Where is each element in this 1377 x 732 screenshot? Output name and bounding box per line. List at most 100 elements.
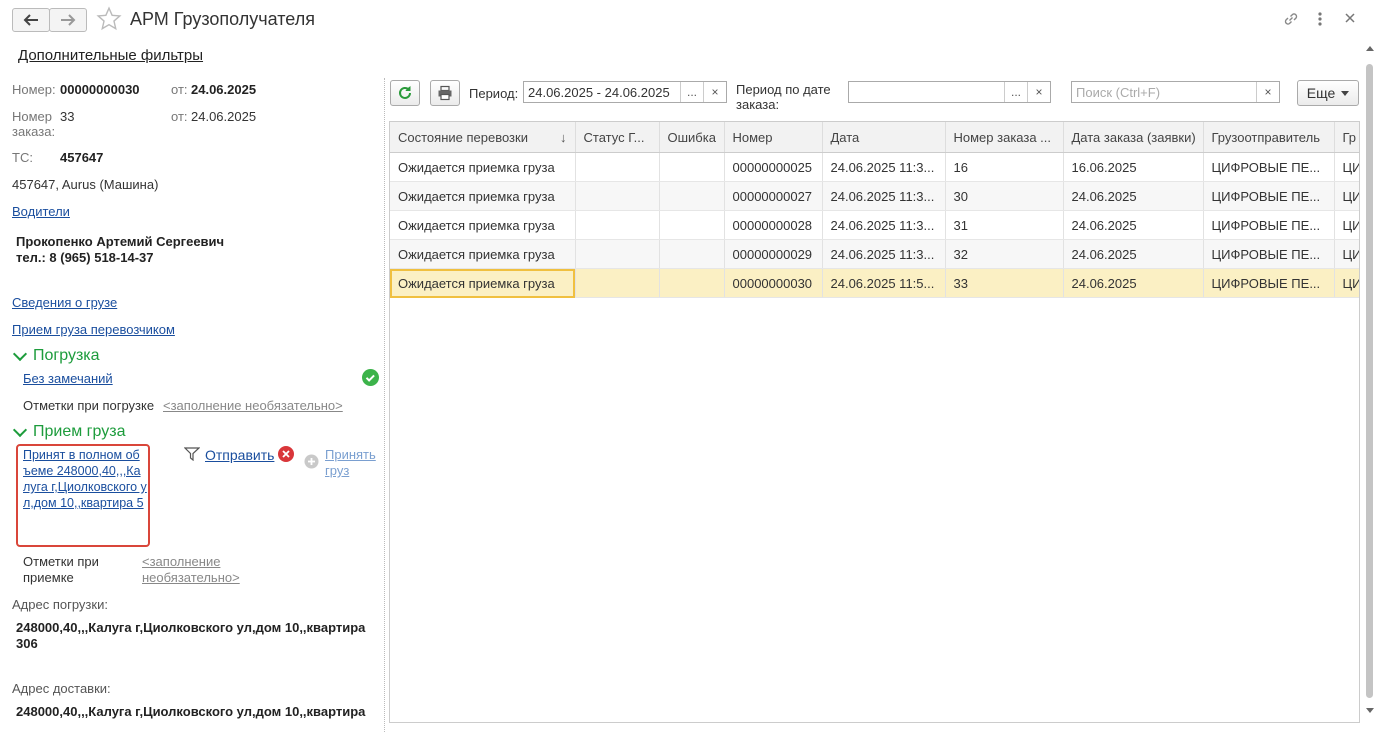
table-cell[interactable]: ЦИФРОВЫЕ ПЕ... <box>1203 181 1335 211</box>
table-cell[interactable]: 00000000027 <box>724 181 823 211</box>
column-header[interactable]: Ошибка <box>659 122 725 153</box>
order-period-select-button[interactable]: ... <box>1004 82 1027 102</box>
column-header[interactable]: Статус Г... <box>575 122 660 153</box>
table-cell[interactable]: ЦИ <box>1334 268 1359 298</box>
send-icon[interactable] <box>183 447 201 464</box>
table-cell[interactable]: Ожидается приемка груза <box>390 181 576 211</box>
table-cell[interactable]: Ожидается приемка груза <box>390 210 576 240</box>
table-cell[interactable] <box>575 239 660 269</box>
table-cell[interactable]: 24.06.2025 <box>1063 181 1204 211</box>
close-icon[interactable] <box>1344 12 1356 27</box>
order-number-value: 33 <box>60 109 75 124</box>
table-cell[interactable] <box>659 239 725 269</box>
search-placeholder[interactable]: Поиск (Ctrl+F) <box>1072 85 1256 100</box>
table-cell[interactable]: 30 <box>945 181 1064 211</box>
ts-label: ТС: <box>12 150 33 165</box>
additional-filters-link[interactable]: Дополнительные фильтры <box>18 47 203 64</box>
table-cell[interactable]: ЦИ <box>1334 210 1359 240</box>
table-cell[interactable] <box>659 210 725 240</box>
scroll-up-arrow-icon[interactable] <box>1366 46 1374 51</box>
page-scrollbar[interactable] <box>1364 44 1376 720</box>
table-cell[interactable]: ЦИ <box>1334 181 1359 211</box>
search-field[interactable]: Поиск (Ctrl+F) × <box>1071 81 1280 103</box>
table-cell[interactable]: 24.06.2025 11:3... <box>822 239 946 269</box>
table-cell[interactable] <box>575 268 660 298</box>
favorite-star-icon[interactable] <box>96 6 122 35</box>
period-field[interactable]: 24.06.2025 - 24.06.2025 ... × <box>523 81 727 103</box>
table-row[interactable]: Ожидается приемка груза 00000000027 24.0… <box>390 181 1359 211</box>
error-circle-icon[interactable] <box>278 446 294 465</box>
accept-cargo-link[interactable]: Принять груз <box>325 447 377 479</box>
table-row[interactable]: Ожидается приемка груза 00000000028 24.0… <box>390 210 1359 240</box>
link-icon[interactable] <box>1282 10 1300 31</box>
table-cell[interactable]: 16 <box>945 152 1064 182</box>
table-row[interactable]: Ожидается приемка груза 00000000025 24.0… <box>390 152 1359 182</box>
scroll-down-arrow-icon[interactable] <box>1366 708 1374 713</box>
table-cell[interactable]: ЦИФРОВЫЕ ПЕ... <box>1203 268 1335 298</box>
table-cell[interactable]: ЦИФРОВЫЕ ПЕ... <box>1203 210 1335 240</box>
table-cell[interactable]: 24.06.2025 <box>1063 268 1204 298</box>
table-cell[interactable]: 24.06.2025 11:5... <box>822 268 946 298</box>
column-header[interactable]: Номер заказа ... <box>945 122 1064 153</box>
receipt-section-toggle[interactable]: Прием груза <box>12 422 125 441</box>
table-cell[interactable]: 32 <box>945 239 1064 269</box>
table-cell[interactable]: 24.06.2025 11:3... <box>822 210 946 240</box>
table-cell[interactable]: ЦИФРОВЫЕ ПЕ... <box>1203 239 1335 269</box>
table-cell[interactable]: 24.06.2025 11:3... <box>822 152 946 182</box>
table-cell[interactable]: ЦИФРОВЫЕ ПЕ... <box>1203 152 1335 182</box>
loading-marks-field[interactable]: <заполнение необязательно> <box>163 398 343 413</box>
column-header[interactable]: Дата <box>822 122 946 153</box>
table-cell[interactable]: 24.06.2025 <box>1063 239 1204 269</box>
table-cell[interactable]: 00000000025 <box>724 152 823 182</box>
table-cell[interactable]: 31 <box>945 210 1064 240</box>
table-cell[interactable] <box>659 152 725 182</box>
column-header[interactable]: Дата заказа (заявки) <box>1063 122 1204 153</box>
table-cell[interactable]: 00000000029 <box>724 239 823 269</box>
table-cell[interactable] <box>575 210 660 240</box>
column-header[interactable]: Грузоотправитель <box>1203 122 1335 153</box>
table-cell[interactable]: Ожидается приемка груза <box>390 152 576 182</box>
table-row[interactable]: Ожидается приемка груза 00000000029 24.0… <box>390 239 1359 269</box>
period-clear-button[interactable]: × <box>703 82 726 102</box>
send-link[interactable]: Отправить <box>205 447 274 463</box>
refresh-button[interactable] <box>390 80 420 106</box>
loading-status-link[interactable]: Без замечаний <box>23 371 113 386</box>
table-cell[interactable]: 00000000028 <box>724 210 823 240</box>
panel-splitter[interactable] <box>384 78 385 732</box>
table-cell[interactable]: 16.06.2025 <box>1063 152 1204 182</box>
table-cell[interactable]: ЦИ <box>1334 239 1359 269</box>
column-header[interactable]: Гр <box>1334 122 1359 153</box>
order-period-field[interactable]: ... × <box>848 81 1051 103</box>
order-period-clear-button[interactable]: × <box>1027 82 1050 102</box>
forward-button[interactable] <box>49 8 87 32</box>
table-cell[interactable]: 33 <box>945 268 1064 298</box>
table-cell[interactable]: 24.06.2025 <box>1063 210 1204 240</box>
table-cell[interactable]: 24.06.2025 11:3... <box>822 181 946 211</box>
print-button[interactable] <box>430 80 460 106</box>
column-header[interactable]: Номер <box>724 122 823 153</box>
period-select-button[interactable]: ... <box>680 82 703 102</box>
scrollbar-thumb[interactable] <box>1366 64 1373 698</box>
table-header-row: Состояние перевозки ↓ Статус Г... Ошибка … <box>390 122 1359 153</box>
back-button[interactable] <box>12 8 50 32</box>
more-menu-icon[interactable] <box>1316 10 1324 31</box>
table-cell[interactable] <box>659 268 725 298</box>
accepted-status-link[interactable]: Принят в полном объеме 248000,40,,,Калуг… <box>23 447 147 511</box>
table-cell[interactable]: ЦИ <box>1334 152 1359 182</box>
table-cell[interactable]: Ожидается приемка груза <box>390 268 576 298</box>
table-cell[interactable]: Ожидается приемка груза <box>390 239 576 269</box>
table-cell[interactable] <box>659 181 725 211</box>
search-clear-button[interactable]: × <box>1256 82 1279 102</box>
receipt-marks-field[interactable]: <заполнение необязательно> <box>142 554 262 586</box>
more-button[interactable]: Еще <box>1297 80 1359 106</box>
table-cell[interactable]: 00000000030 <box>724 268 823 298</box>
table-cell[interactable] <box>575 181 660 211</box>
table-row-selected[interactable]: Ожидается приемка груза 00000000030 24.0… <box>390 268 1359 298</box>
loading-section-toggle[interactable]: Погрузка <box>12 346 100 365</box>
drivers-link[interactable]: Водители <box>12 204 70 219</box>
column-header[interactable]: Состояние перевозки ↓ <box>390 122 576 153</box>
table-cell[interactable] <box>575 152 660 182</box>
cargo-info-link[interactable]: Сведения о грузе <box>12 295 117 310</box>
carrier-receipt-link[interactable]: Прием груза перевозчиком <box>12 322 175 337</box>
from-value: 24.06.2025 <box>191 82 257 97</box>
